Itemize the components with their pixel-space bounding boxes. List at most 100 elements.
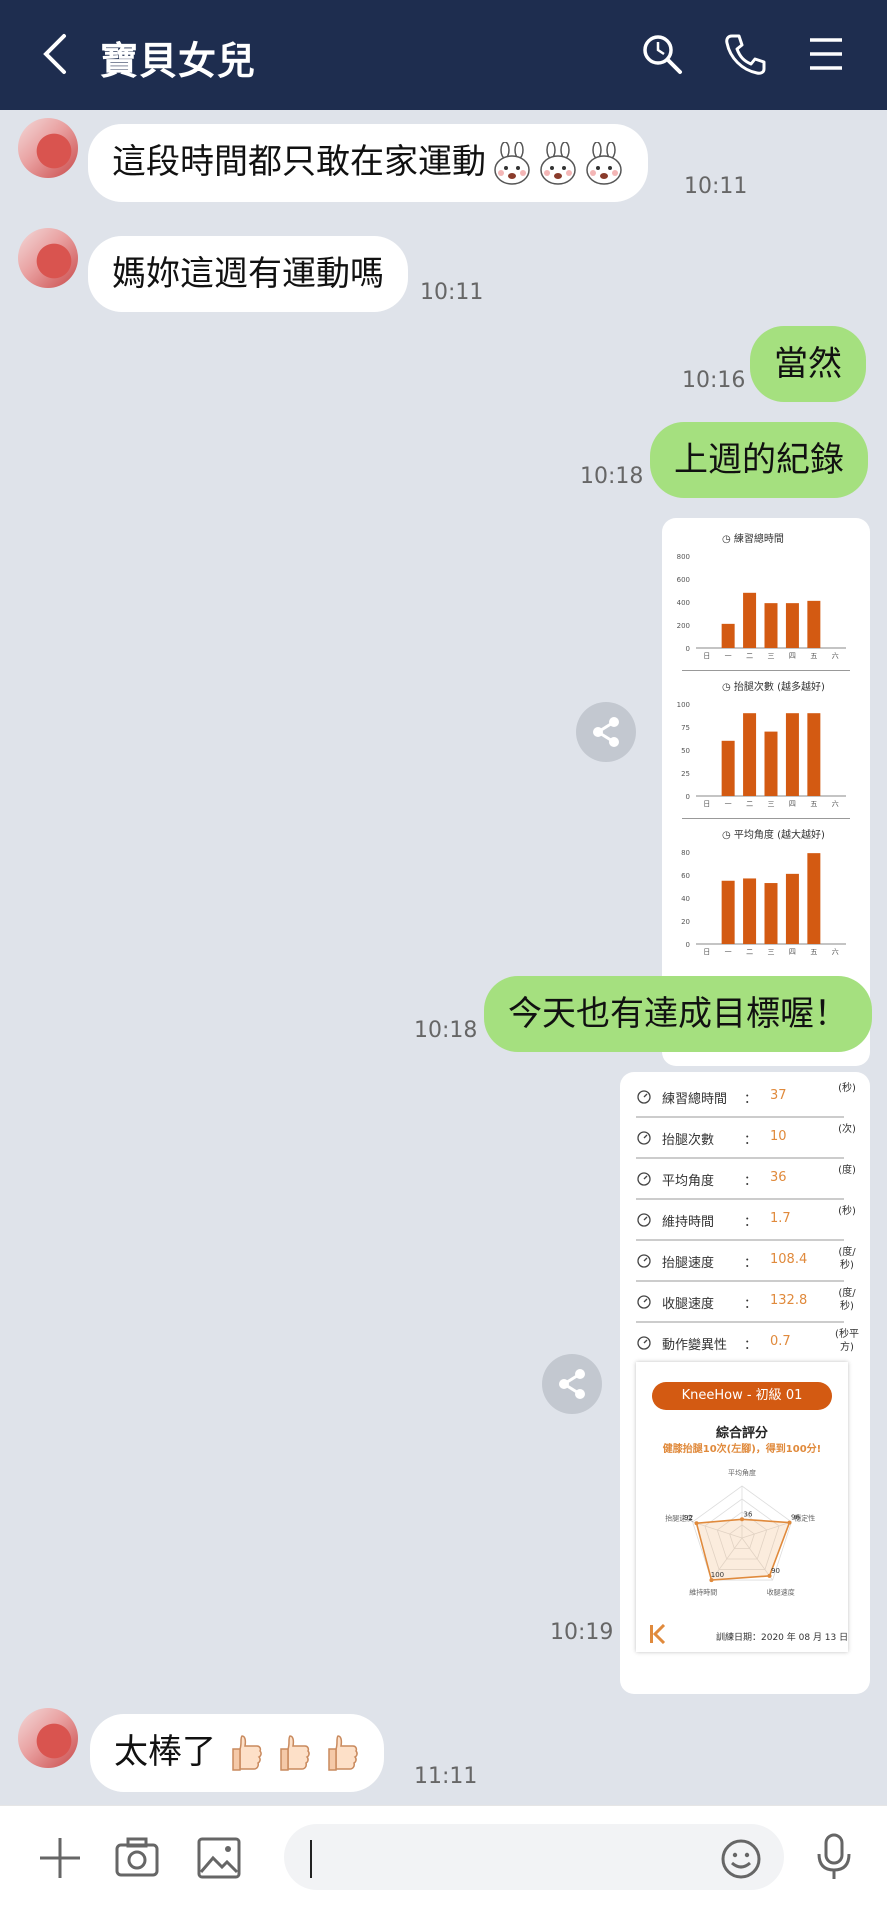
message-bubble-in[interactable]: 媽妳這週有運動嗎 <box>88 236 408 312</box>
emoji-icon[interactable] <box>720 1838 762 1880</box>
y-tick-label: 75 <box>681 724 690 732</box>
kneehow-logo-icon <box>650 1624 666 1644</box>
image-icon[interactable] <box>196 1836 242 1880</box>
y-tick-label: 0 <box>686 793 690 801</box>
x-tick-label: 六 <box>832 799 839 808</box>
x-tick-label: 三 <box>768 948 775 956</box>
share-icon <box>593 717 619 747</box>
stat-label: 收腿速度 <box>662 1297 715 1312</box>
x-tick-label: 一 <box>725 800 732 808</box>
radar-axis-label: 維持時間 <box>689 1587 717 1596</box>
radar-value-label: 90 <box>771 1567 780 1575</box>
chart-bar <box>764 603 778 648</box>
plus-icon[interactable] <box>38 1836 82 1880</box>
stat-unit: (度/秒) <box>838 1247 856 1271</box>
stat-unit: (秒) <box>838 1206 856 1217</box>
message-time: 10:11 <box>420 280 484 305</box>
gauge-icon <box>637 1254 651 1268</box>
message-bubble-out[interactable]: 上週的紀錄 <box>650 422 868 498</box>
stat-label: 抬腿速度 <box>662 1256 715 1271</box>
camera-icon[interactable] <box>114 1836 160 1880</box>
thumbs-up-icon <box>232 1734 262 1771</box>
stat-value: 10 <box>770 1129 787 1144</box>
search-icon[interactable] <box>640 30 684 78</box>
share-button[interactable] <box>576 702 636 762</box>
message-time: 10:16 <box>682 368 746 393</box>
avatar[interactable] <box>18 228 78 288</box>
avatar[interactable] <box>18 1708 78 1768</box>
chat-area[interactable]: 這段時間都只敢在家運動 10:11 媽妳這週有運動嗎 10:11 當然 10:1… <box>0 110 887 1805</box>
message-text: 媽妳這週有運動嗎 <box>112 254 384 294</box>
radar-value-label: 100 <box>711 1571 724 1579</box>
x-tick-label: 日 <box>703 800 710 808</box>
gauge-icon <box>637 1295 651 1309</box>
bars-icon <box>637 1131 651 1145</box>
chart-bar <box>743 713 757 796</box>
y-tick-label: 60 <box>681 872 690 880</box>
bunny-sticker-icon <box>540 141 576 185</box>
x-tick-label: 三 <box>768 800 775 808</box>
x-tick-label: 一 <box>725 948 732 956</box>
stat-unit: (秒平方) <box>835 1329 859 1353</box>
message-time: 10:19 <box>550 1620 614 1645</box>
bar-chart: 0 200 400 600 800 日 一 二 三 四 五 六 <box>677 553 846 660</box>
thumbs-up-icon <box>280 1734 310 1771</box>
message-bubble-out[interactable]: 當然 <box>750 326 866 402</box>
bunny-sticker-icon <box>586 141 622 185</box>
stat-unit: (度) <box>838 1165 856 1176</box>
chart-bar <box>785 873 799 944</box>
training-date: 訓練日期：2020 年 08 月 13 日 <box>716 1633 849 1643</box>
today-report-image[interactable]: 練習總時間 ： 37 (秒) 抬腿次數 ： 10 (次) 平均角度 ： 36 (度) 維持時間 ： 1.7 (… <box>620 1072 870 1694</box>
chart-bar <box>807 853 821 944</box>
y-tick-label: 80 <box>681 849 690 857</box>
x-tick-label: 四 <box>789 800 796 808</box>
stat-label: 抬腿次數 <box>662 1133 715 1148</box>
x-tick-label: 六 <box>832 947 839 956</box>
chart-bar <box>807 713 821 796</box>
share-button[interactable] <box>542 1354 602 1414</box>
stat-colon: ： <box>744 1133 758 1148</box>
thumbs-up-icon <box>328 1734 358 1771</box>
message-text: 這段時間都只敢在家運動 <box>112 142 486 182</box>
avatar[interactable] <box>18 118 78 178</box>
microphone-icon[interactable] <box>814 1832 854 1882</box>
stat-colon: ： <box>744 1092 758 1107</box>
stat-label: 練習總時間 <box>662 1092 728 1107</box>
stat-colon: ： <box>744 1174 758 1189</box>
score-card: KneeHow - 初級 01 綜合評分 健膝抬腿10次(左腳)，得到100分!… <box>636 1362 848 1652</box>
chart-bar <box>743 878 757 944</box>
back-icon[interactable] <box>40 30 70 78</box>
stat-value: 0.7 <box>770 1334 791 1349</box>
chart-divider <box>682 818 850 819</box>
x-tick-label: 四 <box>789 652 796 660</box>
stat-row: 抬腿速度 ： 108.4 (度/秒) <box>636 1240 856 1282</box>
message-bubble-out[interactable]: 今天也有達成目標喔！ <box>484 976 872 1052</box>
phone-icon[interactable] <box>722 30 766 78</box>
message-time: 10:18 <box>580 464 644 489</box>
radar-value-label: 92 <box>684 1514 693 1522</box>
chart-divider <box>682 670 850 671</box>
menu-icon[interactable] <box>806 30 846 78</box>
chart-bar <box>807 600 821 648</box>
y-tick-label: 50 <box>681 747 690 755</box>
composer-bar <box>0 1805 887 1906</box>
message-bubble-in[interactable]: 太棒了 <box>90 1714 384 1792</box>
message-input[interactable] <box>284 1824 784 1890</box>
message-text: 太棒了 <box>114 1732 216 1772</box>
radar-point <box>694 1521 699 1526</box>
bar-chart: 0 25 50 75 100 日 一 二 三 四 五 六 <box>677 701 846 808</box>
stat-label: 平均角度 <box>662 1174 715 1189</box>
timer-icon <box>637 1213 651 1227</box>
message-bubble-in[interactable]: 這段時間都只敢在家運動 <box>88 124 648 202</box>
radar-chart: 平均角度穩定性收腿速度維持時間抬腿速度36 969010092 <box>665 1468 815 1596</box>
y-tick-label: 100 <box>677 701 690 709</box>
x-tick-label: 四 <box>789 948 796 956</box>
x-tick-label: 二 <box>746 652 753 660</box>
y-tick-label: 0 <box>686 645 690 653</box>
stat-value: 108.4 <box>770 1252 808 1267</box>
chart-bar <box>764 883 778 944</box>
x-tick-label: 二 <box>746 800 753 808</box>
message-text: 上週的紀錄 <box>674 440 844 480</box>
stat-colon: ： <box>744 1338 758 1353</box>
x-tick-label: 二 <box>746 948 753 956</box>
